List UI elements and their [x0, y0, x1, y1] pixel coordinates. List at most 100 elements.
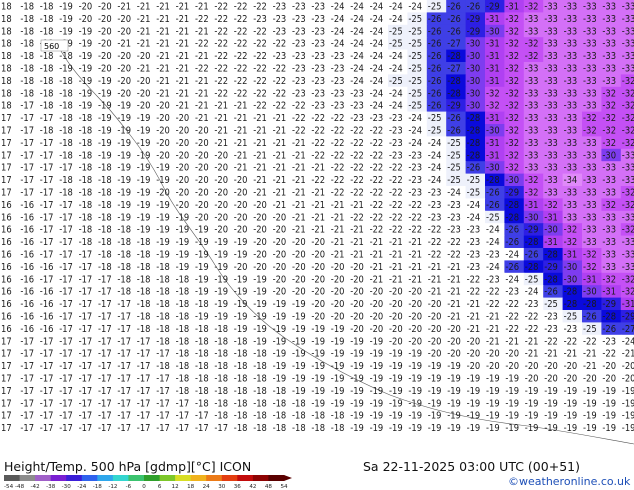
temperature-label: -17	[156, 374, 170, 385]
temperature-label: -24	[428, 150, 442, 161]
temperature-label: -24	[408, 113, 422, 124]
temperature-label: -18	[79, 225, 93, 236]
temperature-label: -21	[389, 237, 403, 248]
temperature-label: -19	[408, 386, 422, 397]
temperature-label: -20	[505, 349, 519, 360]
temperature-label: -17	[79, 336, 93, 347]
temperature-label: -20	[389, 299, 403, 310]
temperature-label: -19	[137, 200, 151, 211]
temperature-label: -33	[602, 250, 616, 261]
temperature-label: 16	[1, 324, 12, 335]
temperature-label: -20	[234, 225, 248, 236]
temperature-label: -19	[195, 312, 209, 323]
temperature-label: -21	[234, 163, 248, 174]
temperature-label: -18	[273, 398, 287, 409]
temperature-label: -19	[311, 374, 325, 385]
temperature-label: -33	[544, 2, 558, 13]
temperature-label: -18	[195, 386, 209, 397]
temperature-label: -24	[428, 163, 442, 174]
temperature-label: -18	[59, 88, 73, 99]
temperature-label: -33	[602, 76, 616, 87]
temperature-label: -20	[292, 250, 306, 261]
temperature-label: -19	[79, 39, 93, 50]
temperature-label: -33	[544, 76, 558, 87]
temperature-label: -23	[292, 64, 306, 75]
temperature-label: -20	[137, 51, 151, 62]
temperature-label: -19	[234, 237, 248, 248]
temperature-label: -19	[98, 76, 112, 87]
temperature-label: -19	[98, 126, 112, 137]
temperature-label: -17	[59, 250, 73, 261]
temperature-label: -25	[428, 113, 442, 124]
temperature-label: -30	[486, 126, 500, 137]
legend-swatch	[97, 475, 114, 481]
temperature-label: -22	[253, 64, 267, 75]
temperature-label: -24	[428, 175, 442, 186]
temperature-label: -17	[117, 324, 131, 335]
temperature-label: -16	[20, 312, 34, 323]
temperature-label: -33	[564, 39, 578, 50]
temperature-label: 18	[1, 14, 12, 25]
temperature-label: -20	[602, 374, 616, 385]
temperature-label: -32	[505, 64, 519, 75]
temperature-label: -18	[214, 398, 228, 409]
temperature-label: -21	[273, 188, 287, 199]
temperature-label: -18	[59, 101, 73, 112]
temperature-label: -19	[389, 374, 403, 385]
legend-tick-label: 12	[172, 484, 179, 490]
temperature-label: -22	[253, 26, 267, 37]
temperature-label: -19	[176, 225, 190, 236]
temperature-label: -20	[544, 374, 558, 385]
temperature-label: -24	[370, 14, 384, 25]
temperature-label: -16	[20, 324, 34, 335]
temperature-label: -17	[79, 411, 93, 422]
temperature-label: -32	[583, 262, 597, 273]
legend-swatch	[252, 475, 269, 481]
temperature-label: -24	[331, 2, 345, 13]
temperature-label: -21	[292, 212, 306, 223]
temperature-label: -20	[486, 361, 500, 372]
temperature-label: -33	[583, 163, 597, 174]
temperature-label: -19	[137, 113, 151, 124]
temperature-label: -21	[350, 200, 364, 211]
temperature-label: -17	[20, 411, 34, 422]
temperature-label: -33	[602, 212, 616, 223]
temperature-label: -21	[195, 2, 209, 13]
temperature-label: -20	[583, 374, 597, 385]
temperature-label: -20	[234, 212, 248, 223]
temperature-label: -17	[117, 312, 131, 323]
temperature-label: -22	[253, 2, 267, 13]
temperature-label: -19	[176, 237, 190, 248]
temperature-label: -21	[176, 88, 190, 99]
temperature-label: -33	[622, 262, 634, 273]
legend-tick-label: -42	[31, 484, 40, 490]
temperature-label: -19	[176, 262, 190, 273]
temperature-label: -17	[40, 138, 54, 149]
temperature-label: -17	[98, 299, 112, 310]
temperature-label: -18	[98, 175, 112, 186]
temperature-label: -19	[428, 386, 442, 397]
temperature-label: -20	[214, 225, 228, 236]
temperature-label: -22	[214, 2, 228, 13]
temperature-chart: 18 -18 -18 -19 -20 -20 -21 -21 -21 -21 -21 -22 -22 -2…	[0, 0, 634, 445]
temperature-label: -22	[505, 299, 519, 310]
temperature-label: -33	[544, 64, 558, 75]
temperature-label: -20	[544, 361, 558, 372]
temperature-label: -17	[40, 175, 54, 186]
temperature-label: -20	[486, 349, 500, 360]
temperature-label: -21	[234, 101, 248, 112]
legend-swatch	[237, 475, 254, 481]
temperature-label: -18	[195, 374, 209, 385]
temperature-label: -21	[273, 163, 287, 174]
temperature-label: -25	[428, 2, 442, 13]
temperature-label: -22	[389, 225, 403, 236]
temperature-label: -17	[117, 398, 131, 409]
temperature-label: -18	[311, 423, 325, 434]
temperature-label: -18	[79, 200, 93, 211]
temperature-label: -19	[428, 398, 442, 409]
temperature-label: -18	[176, 287, 190, 298]
temperature-label: -18	[253, 349, 267, 360]
temperature-label: -33	[583, 212, 597, 223]
temperature-label: -18	[137, 250, 151, 261]
temperature-label: -19	[292, 336, 306, 347]
